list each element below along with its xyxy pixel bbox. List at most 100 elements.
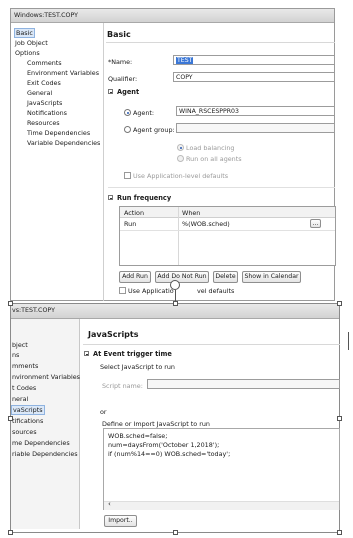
agent-section-title: Agent [117, 88, 140, 96]
collapse-event-trigger-icon[interactable] [84, 351, 89, 356]
collapse-run-frequency-icon[interactable] [108, 195, 113, 200]
run-on-all-agents-label: Run on all agents [186, 155, 242, 163]
resize-handle-top-middle[interactable] [173, 301, 178, 306]
horizontal-scrollbar[interactable]: ‹ [104, 500, 339, 510]
show-in-calendar-button[interactable]: Show in Calendar [242, 271, 301, 283]
name-field[interactable]: TEST [173, 55, 335, 65]
resize-handle-top-left[interactable] [8, 301, 13, 306]
name-value: TEST [176, 57, 194, 64]
tree-item-javascripts-2[interactable]: vaScripts [11, 405, 45, 415]
window-titlebar-2[interactable]: vs:TEST.COPY [11, 304, 339, 319]
page-title: Basic [107, 30, 131, 39]
tree-item-resources-2[interactable]: sources [12, 428, 37, 436]
tree-item-resources[interactable]: Resources [27, 119, 60, 127]
javascript-editor[interactable]: WOB.sched=false; num=daysFrom('October 1… [103, 428, 340, 510]
add-run-button[interactable]: Add Run [119, 271, 151, 283]
header-separator [106, 42, 335, 43]
row-action-cell: Run [124, 220, 137, 228]
code-line-3: if (num%14==0) WOB.sched='today'; [108, 450, 231, 458]
resize-handle-bottom-right[interactable] [337, 530, 342, 535]
tree-item-exit-codes[interactable]: Exit Codes [27, 79, 61, 87]
tree-item-environment-variables[interactable]: Environment Variables [27, 69, 99, 77]
qualifier-label: Qualifier: [108, 75, 138, 83]
page-title-2: JavaScripts [88, 330, 139, 339]
agent-group-label: Agent group: [133, 126, 175, 134]
agent-field[interactable]: WINA_RSCESPPR03 [176, 106, 335, 116]
use-app-defaults-checkbox[interactable] [124, 172, 131, 179]
tree-item-exit-codes-2[interactable]: t Codes [12, 384, 36, 392]
job-editor-window-javascripts: vs:TEST.COPY bject ns mments nvironment … [10, 303, 340, 533]
resize-handle-top-right[interactable] [337, 301, 342, 306]
define-import-label: Define or Import JavaScript to run [102, 420, 210, 428]
script-name-label: Script name: [102, 382, 143, 390]
edge-element [348, 332, 353, 350]
add-do-not-run-button[interactable]: Add Do Not Run [155, 271, 209, 283]
load-balancing-radio[interactable] [177, 144, 184, 151]
select-js-label: Select JavaScript to run [100, 363, 175, 371]
job-editor-window-basic: Windows:TEST.COPY Basic Job Object Optio… [10, 8, 336, 301]
resize-handle-middle-left[interactable] [8, 416, 13, 421]
tree-item-time-dependencies[interactable]: Time Dependencies [27, 129, 90, 137]
tree-item-general[interactable]: General [27, 89, 52, 97]
tree-item-job-object-2[interactable]: bject [12, 341, 28, 349]
use-app-defaults-checkbox-2[interactable] [119, 287, 126, 294]
import-button[interactable]: Import.. [104, 515, 137, 527]
table-header [120, 207, 335, 218]
delete-button[interactable]: Delete [213, 271, 238, 283]
agent-group-radio[interactable] [124, 126, 131, 133]
qualifier-field[interactable]: COPY [173, 72, 335, 82]
qualifier-value: COPY [176, 74, 193, 81]
window-titlebar[interactable]: Windows:TEST.COPY [11, 9, 334, 23]
row-when-cell: %(WOB.sched) [182, 220, 230, 228]
tree-item-comments-2[interactable]: mments [12, 362, 38, 370]
agent-value: WINA_RSCESPPR03 [179, 108, 239, 115]
table-row[interactable]: Run %(WOB.sched) ... [120, 218, 335, 231]
column-header-action: Action [124, 209, 145, 217]
scroll-left-icon[interactable]: ‹ [108, 500, 111, 508]
name-label: *Name: [108, 58, 133, 66]
window-title: Windows:TEST.COPY [14, 12, 79, 19]
tree-item-variable-dependencies[interactable]: Variable Dependencies [27, 139, 100, 147]
resize-handle-middle-right[interactable] [337, 416, 342, 421]
agent-radio[interactable] [124, 109, 131, 116]
load-balancing-label: Load balancing [186, 144, 235, 152]
tree-item-options-2[interactable]: ns [12, 351, 19, 359]
tree-item-time-dependencies-2[interactable]: me Dependencies [12, 439, 70, 447]
event-trigger-section-title: At Event trigger time [93, 350, 172, 358]
tree-item-variable-dependencies-2[interactable]: riable Dependencies [12, 450, 78, 458]
tree-item-general-2[interactable]: neral [12, 395, 28, 403]
use-app-defaults-label-2b: vel defaults [197, 287, 235, 295]
agent-radio-label: Agent: [133, 109, 155, 117]
collapse-agent-icon[interactable] [108, 89, 113, 94]
tree-item-notifications-2[interactable]: tifications [12, 417, 43, 425]
section-separator [108, 187, 335, 188]
edit-when-button[interactable]: ... [310, 219, 321, 228]
or-label: or [100, 408, 107, 416]
run-frequency-section-title: Run frequency [117, 194, 172, 202]
column-divider [178, 207, 179, 265]
rotate-handle-icon[interactable] [170, 280, 180, 290]
code-line-1: WOB.sched=false; [108, 432, 168, 440]
tree-item-options[interactable]: Options [15, 49, 40, 57]
tree-item-javascripts[interactable]: JavaScripts [27, 99, 62, 107]
tree-item-job-object[interactable]: Job Object [15, 39, 48, 47]
tree-item-comments[interactable]: Comments [27, 59, 62, 67]
resize-handle-bottom-middle[interactable] [173, 530, 178, 535]
run-on-all-agents-radio[interactable] [177, 155, 184, 162]
navigation-tree-2: bject ns mments nvironment Variables t C… [11, 319, 80, 529]
use-app-defaults-label-2a: Use Applicatio [128, 287, 174, 295]
column-header-when: When [182, 209, 201, 217]
code-line-2: num=daysFrom('October 1,2018'); [108, 441, 220, 449]
tree-item-notifications[interactable]: Notifications [27, 109, 67, 117]
navigation-tree: Basic Job Object Options Comments Enviro… [11, 23, 103, 173]
use-app-defaults-label: Use Application-level defaults [133, 172, 229, 180]
tree-item-environment-variables-2[interactable]: nvironment Variables [12, 373, 80, 381]
run-frequency-table: Action When Run %(WOB.sched) ... [119, 206, 336, 266]
agent-group-field[interactable] [176, 123, 335, 133]
script-name-field[interactable] [147, 379, 340, 389]
pane-divider[interactable] [103, 23, 104, 301]
resize-handle-bottom-left[interactable] [8, 530, 13, 535]
header-separator-2 [83, 344, 340, 345]
window-title-2: vs:TEST.COPY [12, 307, 55, 314]
tree-item-basic[interactable]: Basic [14, 28, 35, 38]
